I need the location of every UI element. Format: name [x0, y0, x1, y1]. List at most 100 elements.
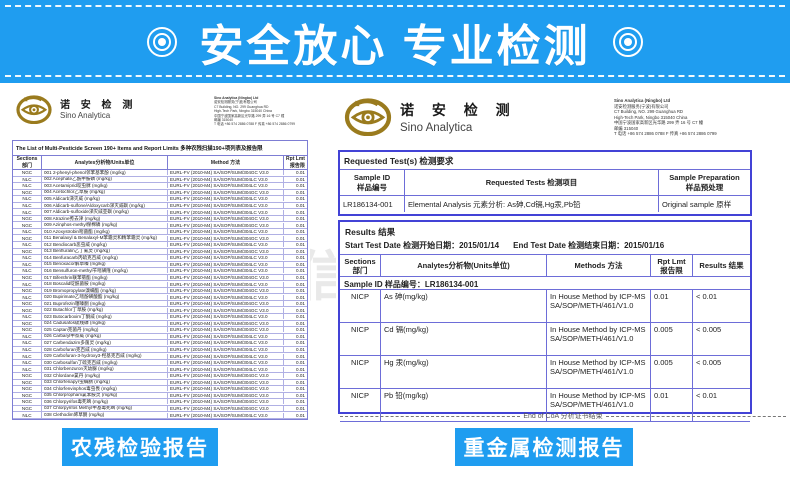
results-table: Sections 部门 Analytes分析物(Units单位) Methods…: [340, 254, 750, 422]
cell: NGC: [13, 321, 41, 326]
pesticide-row: NLC038 Clethodim烯草酮 (mg/kg)EURL-FV (2010…: [13, 412, 307, 419]
cell: 0.005: [650, 356, 692, 389]
cell: 0.01: [283, 177, 307, 182]
cell: 0.01: [283, 203, 307, 208]
cell: 0.01: [283, 255, 307, 260]
company-name: 诺 安 检 测 Sino Analytica: [60, 96, 136, 120]
sino-analytica-logo-icon: [344, 94, 392, 136]
address-line: T 电话 +86 574 2886 0788 F 传真 +86 574 2886…: [614, 131, 754, 137]
cell: 019 Bromopropylate溴螨酯 (mg/kg): [41, 288, 167, 294]
cell: 016 Bensulfuron-methyl苄嘧磺隆 (mg/kg): [41, 268, 167, 274]
cell: 036 Chlorpyrifos毒死蜱 (mg/kg): [41, 399, 167, 405]
cell: Cd 镉(mg/kg): [380, 323, 546, 356]
cell: NGC: [13, 216, 41, 221]
cell: NLC: [13, 282, 41, 287]
cell: 020 Bupirimate乙嘧酚磺酸酯 (mg/kg): [41, 294, 167, 300]
target-icon: [147, 27, 177, 57]
test-dates: Start Test Date 检测开始日期：2015/01/14 End Te…: [340, 239, 750, 254]
cell: 0.01: [283, 413, 307, 418]
cell: 013 Benfluralin乙丁氟灵 (mg/kg): [41, 249, 167, 255]
cell: 038 Clethodim烯草酮 (mg/kg): [41, 412, 167, 418]
result-row: NICPCd 镉(mg/kg)In House Method by ICP-MS…: [340, 323, 750, 356]
cell: EURL-FV (2010-M4) SA/SOP/SUM/304GC V3.0: [167, 301, 283, 306]
company-address-block: Sino Analytica (Ningbo) Ltd诺安检测服务(宁波)有限公…: [214, 96, 306, 127]
cell: 009 Azinphos-methyl保棉磷 (mg/kg): [41, 222, 167, 228]
heavy-metal-report-button[interactable]: 重金属检测报告: [455, 428, 633, 466]
cell: NLC: [13, 360, 41, 365]
cell: 0.01: [283, 367, 307, 372]
requested-tests-value: Elemental Analysis 元素分析: As砷,Cd镉,Hg汞,Pb铅: [404, 196, 658, 212]
cell: NLC: [13, 183, 41, 188]
cell: NLC: [13, 347, 41, 352]
cell: EURL-FV (2010-M4) SA/SOP/SUM/304LC V3.0: [167, 196, 283, 201]
promo-image: 安全放心 专业检测 诚信档案 诺 安 检 测 Sino Analytica Si…: [0, 0, 790, 481]
address-line: T 电话 +86 574 2886 0788 F 传真 +86 574 2886…: [214, 122, 306, 126]
cell: 0.01: [283, 229, 307, 234]
results-table-header: Sections 部门 Analytes分析物(Units单位) Methods…: [340, 255, 750, 277]
cell: NGC: [13, 301, 41, 306]
col-header-method: Method 方法: [167, 156, 283, 169]
cell: 0.01: [283, 380, 307, 385]
cell: NGC: [13, 327, 41, 332]
top-banner: 安全放心 专业检测: [0, 0, 790, 83]
banner-content: 安全放心 专业检测: [0, 0, 790, 83]
cell: 0.01: [283, 282, 307, 287]
cell: EURL-FV (2010-M4) SA/SOP/SUM/304GC V3.0: [167, 308, 283, 313]
cell: EURL-FV (2010-M4) SA/SOP/SUM/304LC V3.0: [167, 183, 283, 188]
cell: EURL-FV (2010-M4) SA/SOP/SUM/304GC V3.0: [167, 236, 283, 241]
requested-tests-box: Requested Test(s) 检测要求 Sample ID 样品编号 Re…: [338, 150, 752, 216]
cell: EURL-FV (2010-M4) SA/SOP/SUM/304GC V3.0: [167, 170, 283, 175]
cell: 0.01: [283, 314, 307, 319]
cell: EURL-FV (2010-M4) SA/SOP/SUM/304LC V3.0: [167, 210, 283, 215]
cell: Hg 汞(mg/kg): [380, 356, 546, 389]
cell: EURL-FV (2010-M4) SA/SOP/SUM/304GC V3.0: [167, 393, 283, 398]
cell: EURL-FV (2010-M4) SA/SOP/SUM/304LC V3.0: [167, 255, 283, 260]
sample-preparation-value: Original sample 原样: [658, 196, 750, 212]
cell: NLC: [13, 229, 41, 234]
cell: NICP: [340, 323, 380, 356]
cell: EURL-FV (2010-M4) SA/SOP/SUM/304GC V3.0: [167, 373, 283, 378]
cell: NGC: [13, 288, 41, 293]
cell: < 0.005: [692, 323, 750, 356]
cell: 029 Carbofuran-3-hydroxy3-羟基克百威 (mg/kg): [41, 353, 167, 359]
cell: 0.01: [283, 242, 307, 247]
cell: NGC: [13, 380, 41, 385]
col-header-analytes: Analytes分析物/Units单位: [41, 156, 167, 169]
dash-segment: [606, 416, 786, 417]
cell: 003 Acetamiprid啶虫脒 (mg/kg): [41, 183, 167, 189]
banner-title: 安全放心 专业检测: [199, 10, 590, 74]
cell: 031 Chlorbenzuron灭幼脲 (mg/kg): [41, 366, 167, 372]
cell: EURL-FV (2010-M4) SA/SOP/SUM/304LC V3.0: [167, 334, 283, 339]
col-header-rpt-lmt: Rpt Lmt 报告限: [650, 255, 692, 277]
cell: 035 Chlorpropham氯苯胺灵 (mg/kg): [41, 393, 167, 399]
cell: 017 Bifenthrin联苯菊酯 (mg/kg): [41, 275, 167, 281]
cell: EURL-FV (2010-M4) SA/SOP/SUM/304LC V3.0: [167, 367, 283, 372]
cell: EURL-FV (2010-M4) SA/SOP/SUM/304LC V3.0: [167, 354, 283, 359]
cell: 0.01: [283, 321, 307, 326]
cell: 0.01: [283, 354, 307, 359]
sample-id-value: LR186134-001: [340, 196, 404, 212]
cell: 0.01: [283, 347, 307, 352]
cell: EURL-FV (2010-M4) SA/SOP/SUM/304LC V3.0: [167, 282, 283, 287]
cell: In House Method by ICP-MS SA/SOP/METH/46…: [546, 290, 650, 323]
cell: 0.01: [283, 249, 307, 254]
cell: NGC: [13, 236, 41, 241]
cell: 007 Aldicarb-sulfoxide涕灭威亚砜 (mg/kg): [41, 209, 167, 215]
cell: 018 Boscalid啶酰菌胺 (mg/kg): [41, 281, 167, 287]
cell: 028 Carbofuran克百威 (mg/kg): [41, 347, 167, 353]
cell: EURL-FV (2010-M4) SA/SOP/SUM/304GC V3.0: [167, 386, 283, 391]
cell: 004 Acetochlor乙草胺 (mg/kg): [41, 190, 167, 196]
cell: NGC: [13, 275, 41, 280]
cell: 0.01: [283, 327, 307, 332]
heavy-metal-report-document: 诺 安 检 测 Sino Analytica Sino Analytica (N…: [336, 88, 756, 422]
company-name-en: Sino Analytica: [60, 111, 136, 120]
cell: 011 Benalaxyl & Benalaxyl-M苯霜灵和精苯霜灵 (mg/…: [41, 235, 167, 241]
cell: 0.01: [283, 360, 307, 365]
cell: EURL-FV (2010-M4) SA/SOP/SUM/304LC V3.0: [167, 413, 283, 418]
cell: EURL-FV (2010-M4) SA/SOP/SUM/304GC V3.0: [167, 223, 283, 228]
cell: 027 Carbendazim多菌灵 (mg/kg): [41, 340, 167, 346]
cell: 0.01: [283, 288, 307, 293]
cell: NLC: [13, 413, 41, 418]
pesticide-report-button[interactable]: 农残检验报告: [62, 428, 218, 466]
cell: EURL-FV (2010-M4) SA/SOP/SUM/304LC V3.0: [167, 360, 283, 365]
